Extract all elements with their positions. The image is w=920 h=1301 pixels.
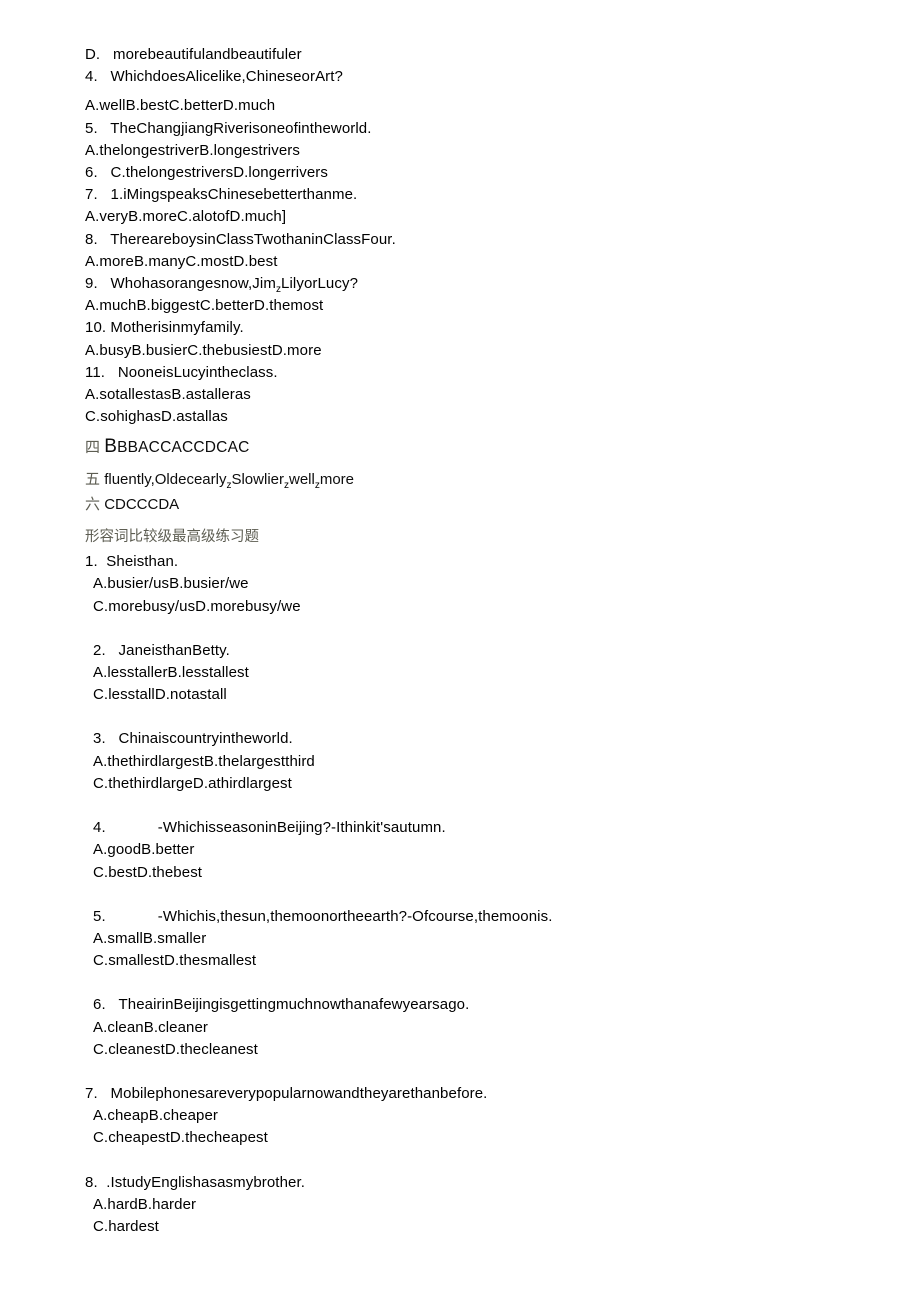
question-text: JaneisthanBetty. [118, 641, 230, 659]
option-line: A.goodB.better [93, 841, 195, 859]
answer-key-six: 六 CDCCCDA [85, 493, 860, 516]
option-line: A.thethirdlargestB.thelargestthird [93, 752, 315, 770]
document-page: D. morebeautifulandbeautifuler 4. Whichd… [0, 0, 920, 1301]
question-stem: 6. TheairinBeijingisgettingmuchnowthanaf… [93, 994, 860, 1016]
option-line: A.wellB.bestC.betterD.much [85, 97, 276, 115]
question-number: 6. [93, 996, 106, 1014]
question-text: Chinaiscountryintheworld. [118, 730, 293, 748]
question-stem: 4. -WhichisseasoninBeijing?-Ithinkit'saut… [93, 817, 860, 839]
question-number: 3. [93, 730, 106, 748]
question-line: 8. ThereareboysinClassTwothaninClassFour… [85, 230, 396, 248]
question-item: 7. Mobilephonesareverypopularnowandtheya… [85, 1083, 860, 1150]
question-text: Mobilephonesareverypopularnowandtheyaret… [110, 1084, 488, 1102]
question-text: TheairinBeijingisgettingmuchnowthanafewy… [118, 996, 470, 1014]
question-number: 2. [93, 641, 106, 659]
answer-key-four-lead: B [104, 436, 118, 458]
question-line: 5. TheChangjiangRiverisoneofintheworld. [85, 119, 372, 137]
option-line: A.thelongestriverB.longestrivers [85, 141, 300, 159]
question-item: 6. TheairinBeijingisgettingmuchnowthanaf… [85, 994, 860, 1061]
question-text: Sheisthan. [106, 553, 179, 571]
question-item: 1. Sheisthan. A.busier/usB.busier/we C.m… [85, 551, 860, 618]
section-marker-four: 四 [85, 438, 101, 457]
option-line: A.cheapB.cheaper [93, 1107, 219, 1125]
option-line: A.smallB.smaller [93, 929, 207, 947]
question-number: 1. [85, 553, 98, 571]
question-line: 4. WhichdoesAlicelike,ChineseorArt? [85, 68, 343, 86]
exercise-continuation-block: D. morebeautifulandbeautifuler 4. Whichd… [85, 44, 860, 428]
question-stem: 1. Sheisthan. [85, 551, 860, 573]
question-line-9: 9. Whohasorangesnow,JimzLilyorLucy? [85, 273, 860, 295]
option-line: C.cheapestD.thecheapest [93, 1129, 268, 1147]
option-line: A.lesstallerB.lesstallest [93, 664, 249, 682]
question-stem: 5. -Whichis,thesun,themoonortheearth?-Ofc… [93, 906, 860, 928]
question-stem: 3. Chinaiscountryintheworld. [93, 728, 860, 750]
question-stem: 8. .IstudyEnglishasasmybrother. [85, 1172, 860, 1194]
question-number: 4. [93, 819, 106, 837]
question-line: 10. Motherisinmyfamily. [85, 319, 244, 337]
question-stem: 7. Mobilephonesareverypopularnowandtheya… [85, 1083, 860, 1105]
question-line: 6. C.thelongestriversD.longerrivers [85, 164, 328, 182]
answer-key-five-part2: Slowlier [231, 470, 284, 488]
option-line: C.morebusy/usD.morebusy/we [93, 597, 301, 615]
option-line: C.sohighasD.astallas [85, 408, 228, 426]
document-body: D. morebeautifulandbeautifuler 4. Whichd… [85, 44, 860, 1238]
question-item: 8. .IstudyEnglishasasmybrother. A.hardB.… [85, 1172, 860, 1239]
option-line: A.veryB.moreC.alotofD.much] [85, 208, 287, 226]
option-line: A.sotallestasB.astalleras [85, 386, 251, 404]
option-line: A.hardB.harder [93, 1195, 197, 1213]
question-line: 7. 1.iMingspeaksChinesebetterthanme. [85, 186, 358, 204]
question-number: 5. [93, 907, 106, 925]
answer-key-six-text: CDCCCDA [104, 495, 180, 513]
section-marker-five: 五 [85, 469, 101, 488]
question-number: 7. [85, 1084, 98, 1102]
answer-key-five-part1: fluently,Oldecearly [104, 470, 227, 488]
option-line: A.muchB.biggestC.betterD.themost [85, 297, 324, 315]
question-stem: 2. JaneisthanBetty. [93, 640, 860, 662]
option-line: C.bestD.thebest [93, 863, 203, 881]
answer-key-five-part4: more [319, 470, 355, 488]
option-line: C.thethirdlargeD.athirdlargest [93, 774, 292, 792]
question-item: 5. -Whichis,thesun,themoonortheearth?-Ofc… [85, 906, 860, 973]
question-line: 11. NooneisLucyintheclass. [85, 363, 278, 381]
question-item: 4. -WhichisseasoninBeijing?-Ithinkit'saut… [85, 817, 860, 884]
question-text: -Whichis,thesun,themoonortheearth?-Ofcou… [157, 907, 553, 925]
option-line: A.moreB.manyC.mostD.best [85, 252, 278, 270]
question-9-suffix: LilyorLucy? [281, 275, 359, 293]
answer-line: D. morebeautifulandbeautifuler [85, 46, 302, 63]
answer-key-five-part3: well [288, 470, 315, 488]
question-9-prefix: 9. Whohasorangesnow,Jim [85, 275, 276, 293]
option-line: C.lesstallD.notastall [93, 686, 227, 704]
option-line: C.hardest [93, 1217, 159, 1235]
question-item: 3. Chinaiscountryintheworld. A.thethirdl… [85, 728, 860, 795]
answer-key-four-rest: BBACCACCDCAC [117, 439, 250, 457]
answer-key-five: 五 fluently,OldecearlyzSlowlierzwellzmore [85, 468, 860, 491]
option-line: C.cleanestD.thecleanest [93, 1040, 258, 1058]
answer-key-four: 四 BBBACCACCDCAC [85, 436, 860, 459]
section-marker-six: 六 [85, 494, 101, 513]
worksheet-heading: 形容词比较级最高级练习题 [85, 529, 259, 546]
question-text: .IstudyEnglishasasmybrother. [106, 1173, 305, 1191]
question-item: 2. JaneisthanBetty. A.lesstallerB.lessta… [85, 640, 860, 707]
option-line: C.smallestD.thesmallest [93, 952, 257, 970]
option-line: A.cleanB.cleaner [93, 1018, 209, 1036]
option-line: A.busier/usB.busier/we [93, 575, 249, 593]
question-number: 8. [85, 1173, 98, 1191]
questions-list: 1. Sheisthan. A.busier/usB.busier/we C.m… [85, 551, 860, 1238]
option-line: A.busyB.busierC.thebusiestD.more [85, 341, 322, 359]
question-text: -WhichisseasoninBeijing?-Ithinkit'sautum… [157, 819, 446, 837]
